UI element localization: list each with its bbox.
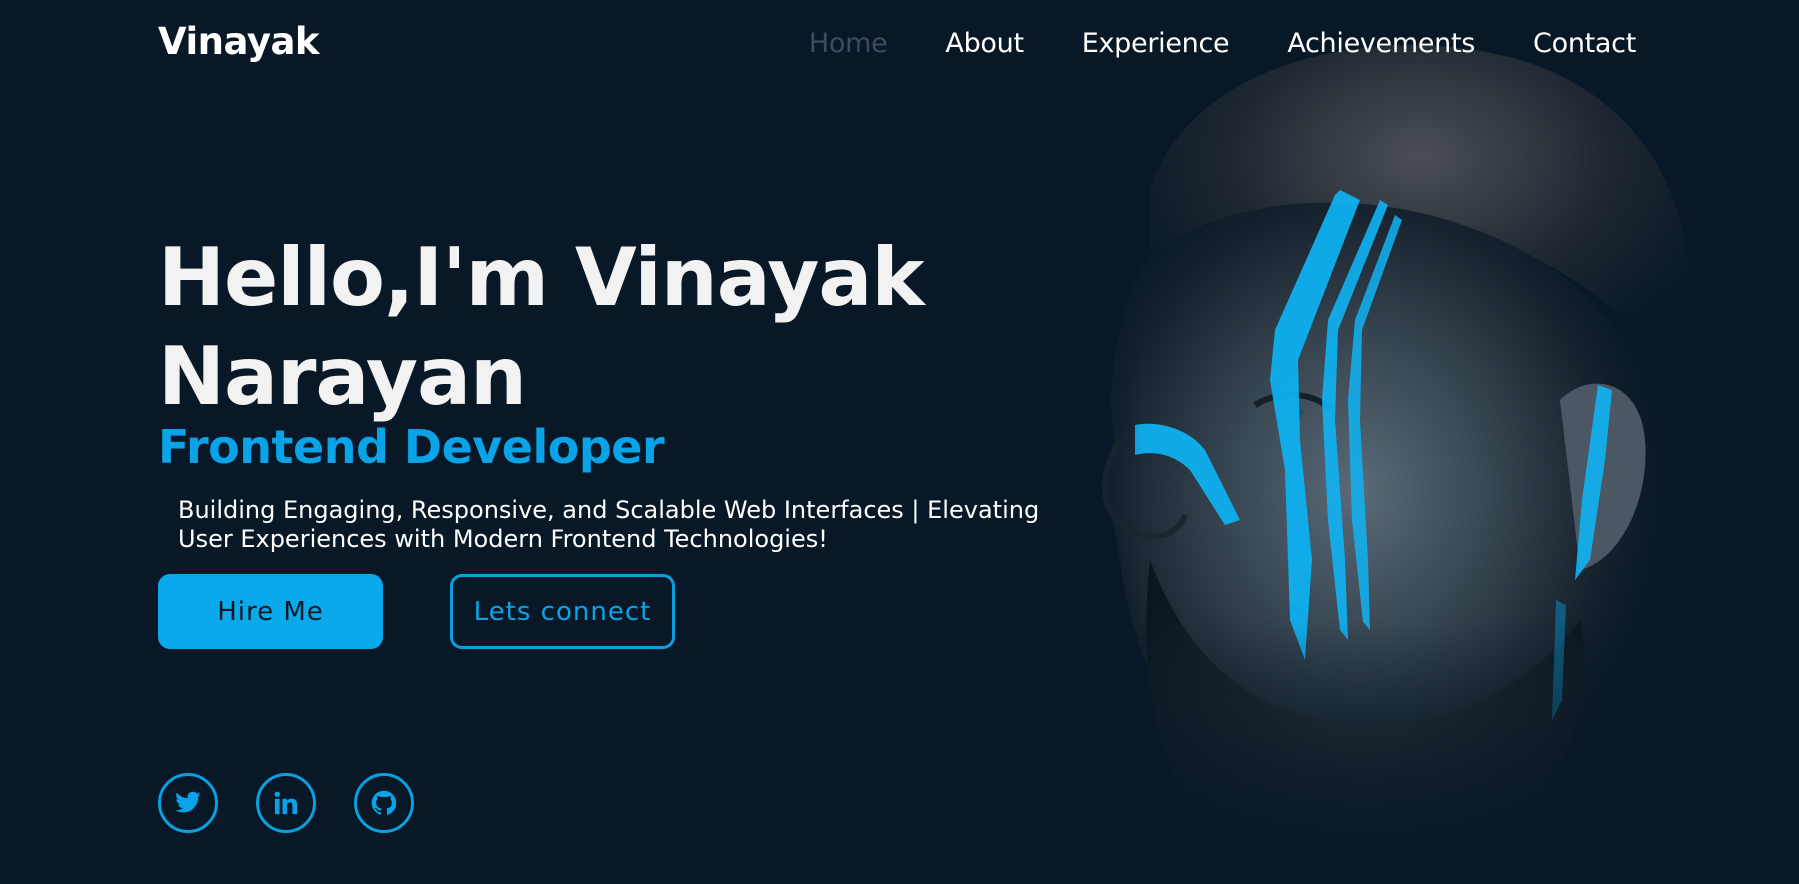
- linkedin-icon: [274, 791, 298, 815]
- nav-item-contact[interactable]: Contact: [1533, 28, 1636, 59]
- social-links: [158, 773, 452, 833]
- portfolio-page: Vinayak Home About Experience Achievemen…: [0, 0, 1799, 884]
- hero-title-line-1: Hello,I'm Vinayak: [158, 231, 925, 324]
- github-icon: [371, 790, 397, 815]
- lets-connect-button[interactable]: Lets connect: [450, 574, 675, 649]
- nav-item-home[interactable]: Home: [809, 28, 888, 59]
- hire-me-button[interactable]: Hire Me: [158, 574, 383, 649]
- nav-item-about[interactable]: About: [945, 28, 1024, 59]
- site-header: Vinayak Home About Experience Achievemen…: [0, 0, 1799, 88]
- linkedin-link[interactable]: [256, 773, 316, 833]
- nav-item-achievements[interactable]: Achievements: [1287, 28, 1475, 59]
- hero-title: Hello,I'm Vinayak Narayan: [158, 228, 1058, 426]
- cta-row: Hire Me Lets connect: [158, 574, 1058, 649]
- twitter-icon: [175, 791, 201, 813]
- hero-title-line-2: Narayan: [158, 330, 527, 423]
- hero-role: Frontend Developer: [158, 420, 665, 474]
- hero-portrait-image: [1000, 0, 1799, 884]
- main-nav: Home About Experience Achievements Conta…: [751, 28, 1636, 59]
- hero-description: Building Engaging, Responsive, and Scala…: [178, 496, 1040, 553]
- github-link[interactable]: [354, 773, 414, 833]
- twitter-link[interactable]: [158, 773, 218, 833]
- nav-item-experience[interactable]: Experience: [1082, 28, 1230, 59]
- site-logo[interactable]: Vinayak: [158, 20, 320, 63]
- hero-section: Hello,I'm Vinayak Narayan Frontend Devel…: [158, 228, 1058, 649]
